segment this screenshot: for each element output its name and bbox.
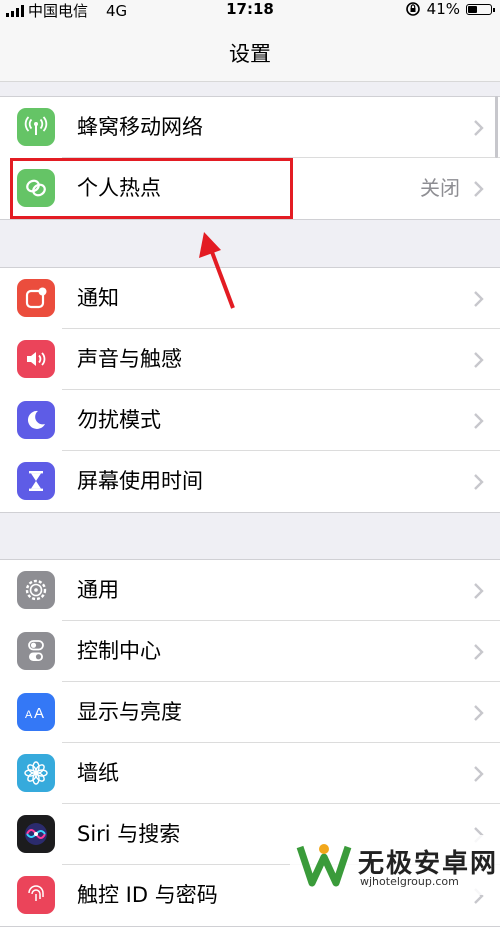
battery-fill [468,5,477,13]
row-label: 控制中心 [77,639,161,663]
row-label: 墙纸 [77,761,119,785]
settings-row-wallpaper[interactable]: 墙纸 [0,743,500,804]
moon-icon [17,401,55,439]
watermark-logo-icon [296,844,352,887]
chevron-right-icon [474,120,484,136]
settings-row-notifications[interactable]: 通知 [0,268,500,329]
chevron-right-icon [474,352,484,368]
chevron-right-icon [474,766,484,782]
row-label: 通知 [77,286,119,310]
notification-icon [17,279,55,317]
settings-row-general[interactable]: 通用 [0,560,500,621]
settings-row-sounds[interactable]: 声音与触感 [0,329,500,390]
chevron-right-icon [474,291,484,307]
fingerprint-icon [17,876,55,914]
settings-row-do-not-disturb[interactable]: 勿扰模式 [0,390,500,451]
row-label: 通用 [77,578,119,602]
battery-icon [466,3,495,15]
watermark: 无极安卓网 wjhotelgroup.com [290,835,500,895]
chevron-right-icon [474,474,484,490]
siri-icon [17,815,55,853]
watermark-url: wjhotelgroup.com [360,875,459,888]
scrollbar[interactable] [495,96,498,158]
chevron-right-icon [474,413,484,429]
chevron-right-icon [474,644,484,660]
orientation-lock-icon [405,2,420,16]
svg-text:A: A [34,705,44,722]
chevron-right-icon [474,705,484,721]
settings-group-notifications: 通知 声音与触感 勿扰模式 屏幕使用时间 [0,267,500,513]
gear-icon [17,571,55,609]
settings-row-cellular[interactable]: 蜂窝移动网络 [0,97,500,158]
speaker-icon [17,340,55,378]
annotation-arrow-icon [199,232,235,309]
chevron-right-icon [474,583,484,599]
hotspot-status: 关闭 [420,176,460,200]
row-label: 显示与亮度 [77,700,182,724]
text-size-icon: A A [17,693,55,731]
cellular-antenna-icon [17,108,55,146]
row-label: 勿扰模式 [77,408,161,432]
settings-row-screen-time[interactable]: 屏幕使用时间 [0,451,500,512]
status-bar: 中国电信 4G 17:18 41% [0,0,500,20]
row-label: 屏幕使用时间 [77,469,203,493]
row-label: 声音与触感 [77,347,182,371]
row-label: Siri 与搜索 [77,822,181,846]
highlight-box [10,158,293,219]
settings-row-control-center[interactable]: 控制中心 [0,621,500,682]
toggles-icon [17,632,55,670]
navigation-bar: 设置 [0,20,500,82]
row-label: 触控 ID 与密码 [77,883,218,907]
page-title: 设置 [229,42,271,66]
settings-row-display-brightness[interactable]: A A 显示与亮度 [0,682,500,743]
hourglass-icon [17,462,55,500]
flower-icon [17,754,55,792]
row-label: 蜂窝移动网络 [77,115,203,139]
status-right: 41% [405,0,495,18]
svg-text:A: A [25,709,33,721]
battery-percent: 41% [426,0,460,18]
chevron-right-icon [474,181,484,197]
